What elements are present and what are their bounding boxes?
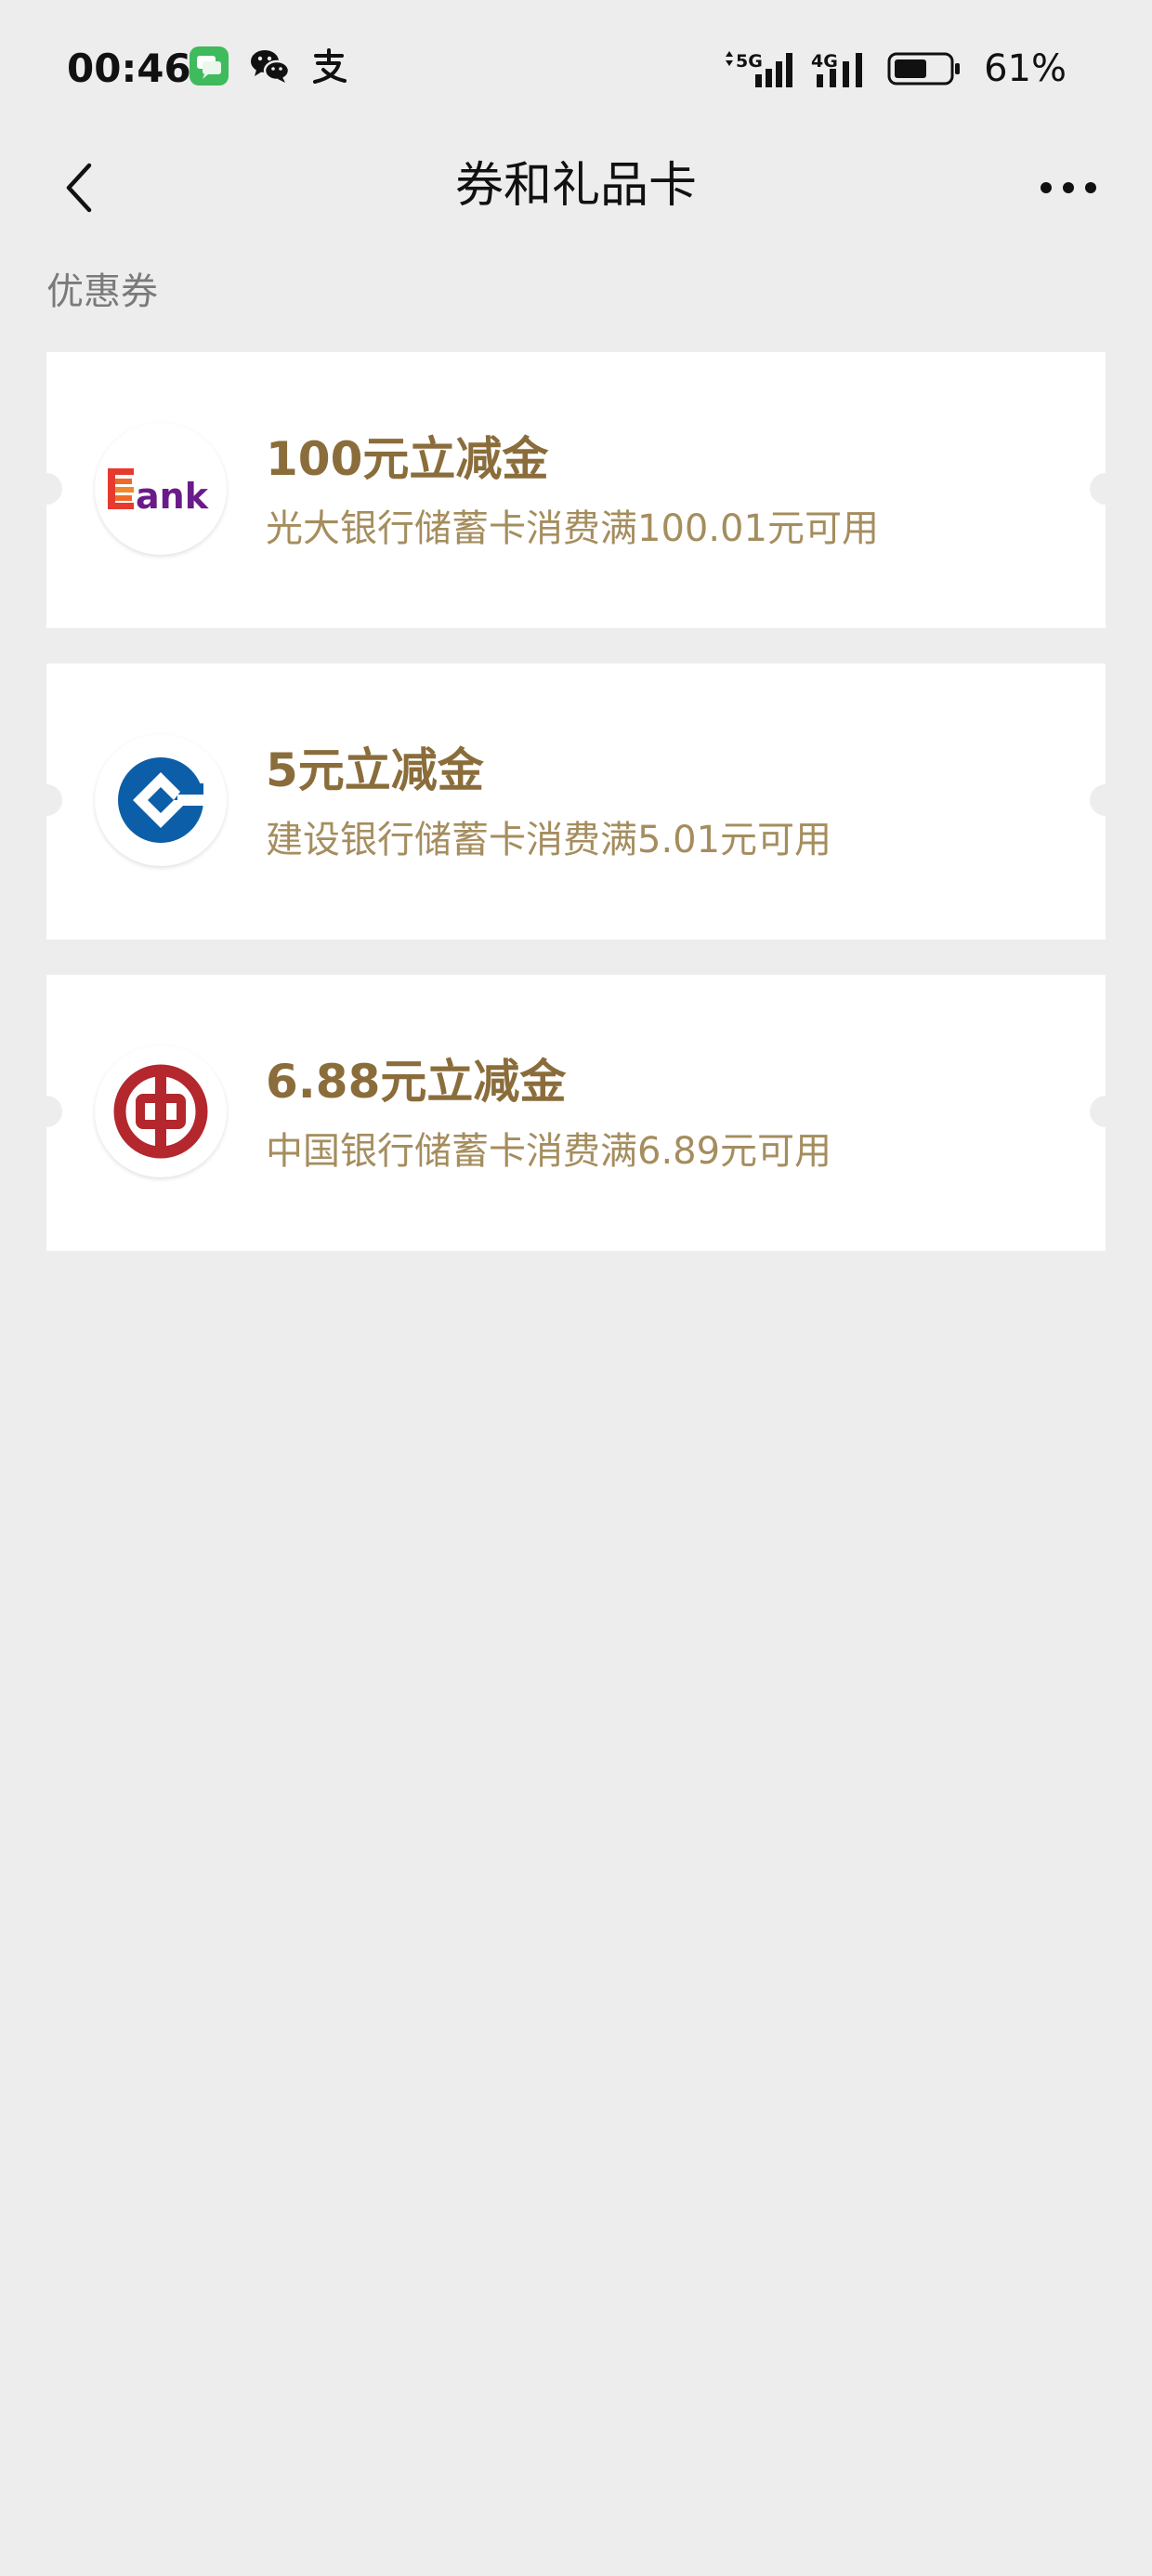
- card-notch-left: [31, 473, 62, 505]
- coupon-condition: 光大银行储蓄卡消费满100.01元可用: [266, 507, 879, 550]
- coupon-condition: 中国银行储蓄卡消费满6.89元可用: [266, 1130, 832, 1173]
- coupon-card-ceb[interactable]: ank 100元立减金 光大银行储蓄卡消费满100.01元可用: [31, 352, 1121, 628]
- battery-icon: [887, 52, 961, 85]
- coupon-condition: 建设银行储蓄卡消费满5.01元可用: [266, 819, 832, 861]
- ccb-bank-logo-icon: [118, 757, 205, 843]
- status-time: 00:46: [67, 46, 191, 91]
- coupon-card-ccb[interactable]: 5元立减金 建设银行储蓄卡消费满5.01元可用: [31, 664, 1121, 940]
- status-app-icons: [190, 46, 347, 85]
- network-1-label: 5G: [736, 51, 763, 72]
- coupon-list: ank 100元立减金 光大银行储蓄卡消费满100.01元可用 5元立减金 建设…: [31, 352, 1121, 1286]
- signal-5g-icon: 5G: [726, 51, 793, 87]
- card-notch-right: [1090, 784, 1121, 816]
- card-notch-left: [31, 784, 62, 816]
- card-notch-left: [31, 1096, 62, 1127]
- coupon-name: 100元立减金: [266, 432, 549, 486]
- boc-bank-logo: [95, 1045, 227, 1177]
- alipay-icon: [313, 48, 347, 84]
- ceb-bank-logo: ank: [95, 423, 227, 555]
- boc-bank-logo-icon: [113, 1064, 208, 1159]
- status-right: 5G 4G 61%: [724, 45, 1067, 93]
- coupon-name: 5元立减金: [266, 743, 484, 797]
- ceb-logo-text: ank: [136, 476, 209, 517]
- coupon-card-boc[interactable]: 6.88元立减金 中国银行储蓄卡消费满6.89元可用: [31, 975, 1121, 1251]
- more-icon: [1041, 182, 1096, 193]
- network-2-label: 4G: [811, 51, 838, 72]
- messages-icon: [190, 46, 229, 85]
- wechat-icon: [251, 50, 290, 83]
- status-bar: 00:46 5G 4G 61%: [0, 0, 1152, 130]
- coupon-name: 6.88元立减金: [266, 1055, 567, 1109]
- page-title: 券和礼品卡: [454, 158, 697, 214]
- card-notch-right: [1090, 473, 1121, 505]
- signal-4g-icon: 4G: [811, 51, 863, 87]
- ccb-bank-logo: [95, 734, 227, 866]
- battery-percent: 61%: [984, 47, 1067, 90]
- section-title-coupons: 优惠券: [46, 270, 158, 313]
- more-button[interactable]: [1013, 141, 1124, 234]
- ceb-bank-logo-icon: ank: [108, 468, 209, 517]
- nav-bar: 券和礼品卡: [0, 130, 1152, 251]
- card-notch-right: [1090, 1096, 1121, 1127]
